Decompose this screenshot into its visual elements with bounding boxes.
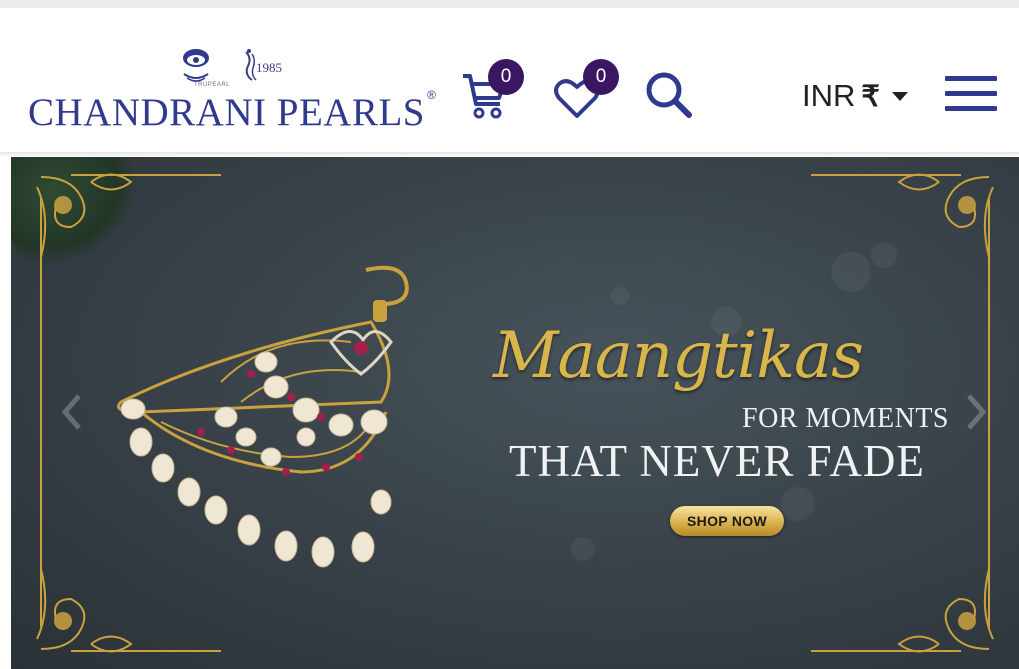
- pearl-oyster-logo-icon: [183, 49, 209, 82]
- brand-name: CHANDRANI PEARLS: [28, 91, 425, 134]
- site-header: TRUPEARL 1985 CHANDRANI PEARLS ® 0 0 INR…: [0, 8, 1019, 154]
- chevron-left-icon[interactable]: [57, 392, 87, 432]
- wishlist-count-badge: 0: [583, 59, 619, 95]
- banner-script-title: Maangtikas: [493, 319, 864, 393]
- wishlist-button[interactable]: 0: [553, 59, 623, 121]
- brand-logo[interactable]: TRUPEARL 1985 CHANDRANI PEARLS ®: [28, 46, 448, 146]
- shop-now-button[interactable]: SHOP NOW: [670, 506, 784, 536]
- hamburger-line: [945, 106, 997, 111]
- search-icon: [646, 72, 692, 118]
- currency-code: INR: [802, 78, 856, 113]
- logo-year: 1985: [256, 60, 282, 75]
- registered-mark: ®: [427, 88, 436, 102]
- hero-banner[interactable]: Maangtikas FOR MOMENTS THAT NEVER FADE S…: [11, 157, 1019, 669]
- caret-down-icon: [891, 91, 908, 101]
- currency-symbol: ₹: [861, 80, 880, 113]
- banner-subtitle-line1: FOR MOMENTS: [742, 403, 949, 434]
- search-button[interactable]: [642, 68, 696, 122]
- top-strip: [0, 0, 1019, 8]
- currency-selector[interactable]: INR ₹: [802, 76, 908, 116]
- banner-subtitle-line2: THAT NEVER FADE: [509, 436, 925, 486]
- maangtika-earring-image: [117, 265, 409, 568]
- hamburger-line: [945, 91, 997, 96]
- hamburger-menu-button[interactable]: [945, 76, 997, 114]
- cart-button[interactable]: 0: [460, 59, 524, 121]
- hamburger-menu-icon: [945, 76, 997, 81]
- logo-mark-text: TRUPEARL: [194, 82, 231, 88]
- cart-count-badge: 0: [488, 59, 524, 95]
